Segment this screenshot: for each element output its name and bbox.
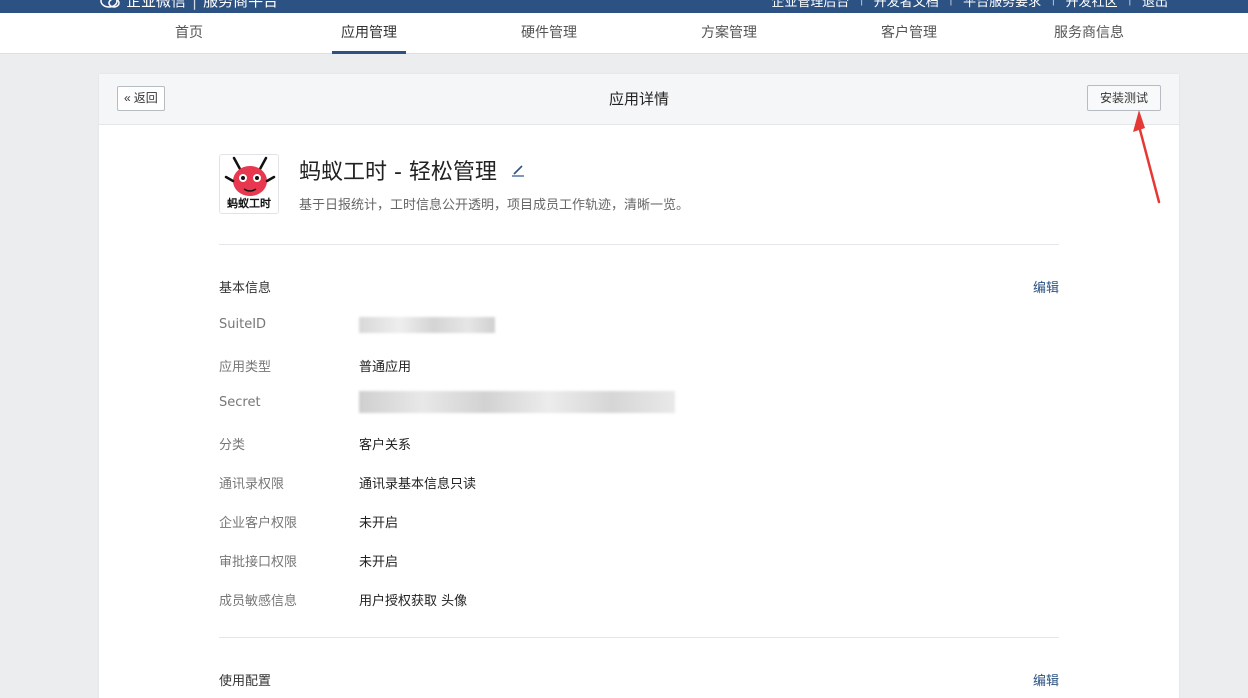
link-separator: | <box>859 0 863 10</box>
edit-pencil-icon[interactable] <box>511 163 525 177</box>
info-value: 客户关系 <box>359 438 412 453</box>
info-row-app-type: 应用类型 普通应用 <box>219 356 1059 376</box>
link-community[interactable]: 开发社区 <box>1056 0 1128 10</box>
info-label: 应用类型 <box>219 360 272 375</box>
app-name-row: 蚂蚁工时 - 轻松管理 <box>299 154 525 186</box>
usage-config-edit-link[interactable]: 编辑 <box>1033 670 1059 689</box>
wecom-logo-icon <box>100 0 120 8</box>
top-bar: 企业微信 | 服务商平台 企业管理后台 | 开发者文档 | 平台服务要求 | 开… <box>0 0 1248 13</box>
tab-provider-info[interactable]: 服务商信息 <box>1034 13 1144 54</box>
info-label: SuiteID <box>219 317 267 332</box>
brand-separator: | <box>192 0 198 10</box>
info-value: 用户授权获取 头像 <box>359 594 468 609</box>
info-label: Secret <box>219 395 261 410</box>
divider <box>219 244 1059 245</box>
info-value: 未开启 <box>359 516 399 531</box>
divider <box>219 637 1059 638</box>
link-separator: | <box>949 0 953 10</box>
info-row-suiteid: SuiteID <box>219 317 1059 337</box>
tab-hardware-management[interactable]: 硬件管理 <box>494 13 604 54</box>
brand[interactable]: 企业微信 | 服务商平台 <box>100 0 278 11</box>
tab-customer-management[interactable]: 客户管理 <box>854 13 964 54</box>
app-icon-text: 蚂蚁工时 <box>227 197 271 210</box>
tab-home[interactable]: 首页 <box>134 13 244 54</box>
info-row-customer-permission: 企业客户权限 未开启 <box>219 512 1059 532</box>
link-admin[interactable]: 企业管理后台 <box>761 0 859 10</box>
brand-name: 企业微信 <box>126 0 187 10</box>
info-label: 审批接口权限 <box>219 555 298 570</box>
info-value: 未开启 <box>359 555 399 570</box>
link-logout[interactable]: 退出 <box>1132 0 1178 10</box>
redacted-suiteid <box>359 317 495 333</box>
card-header: « 返回 应用详情 安装测试 <box>99 74 1179 125</box>
basic-info-edit-link[interactable]: 编辑 <box>1033 277 1059 296</box>
basic-info-title: 基本信息 <box>219 281 272 296</box>
info-row-category: 分类 客户关系 <box>219 434 1059 454</box>
tab-app-management[interactable]: 应用管理 <box>314 13 424 54</box>
usage-config-title: 使用配置 <box>219 674 272 689</box>
page-title: 应用详情 <box>608 90 669 108</box>
main-nav: 首页 应用管理 硬件管理 方案管理 客户管理 服务商信息 <box>0 13 1248 54</box>
redacted-secret <box>359 391 675 413</box>
app-detail-card: « 返回 应用详情 安装测试 蚂蚁工时 蚂蚁工时 - 轻松管理 基于日报统计，工… <box>99 74 1179 698</box>
link-separator: | <box>1051 0 1055 10</box>
info-label: 成员敏感信息 <box>219 594 298 609</box>
info-label: 分类 <box>219 438 246 453</box>
link-requirements[interactable]: 平台服务要求 <box>953 0 1051 10</box>
app-name: 蚂蚁工时 - 轻松管理 <box>299 160 497 185</box>
tab-solution-management[interactable]: 方案管理 <box>674 13 784 54</box>
link-separator: | <box>1128 0 1132 10</box>
info-value: 通讯录基本信息只读 <box>359 477 477 492</box>
platform-name: 服务商平台 <box>203 0 279 10</box>
info-row-contacts-permission: 通讯录权限 通讯录基本信息只读 <box>219 473 1059 493</box>
info-row-secret: Secret <box>219 391 1059 415</box>
info-label: 企业客户权限 <box>219 516 298 531</box>
header-links: 企业管理后台 | 开发者文档 | 平台服务要求 | 开发社区 | 退出 <box>761 0 1178 10</box>
app-description: 基于日报统计，工时信息公开透明，项目成员工作轨迹，清晰一览。 <box>299 198 690 213</box>
ant-logo-icon <box>224 156 276 196</box>
info-row-approval-permission: 审批接口权限 未开启 <box>219 551 1059 571</box>
info-row-sensitive-info: 成员敏感信息 用户授权获取 头像 <box>219 590 1059 610</box>
info-label: 通讯录权限 <box>219 477 285 492</box>
link-docs[interactable]: 开发者文档 <box>864 0 949 10</box>
install-test-button[interactable]: 安装测试 <box>1086 85 1161 111</box>
app-icon: 蚂蚁工时 <box>219 154 279 214</box>
info-value: 普通应用 <box>359 360 412 375</box>
